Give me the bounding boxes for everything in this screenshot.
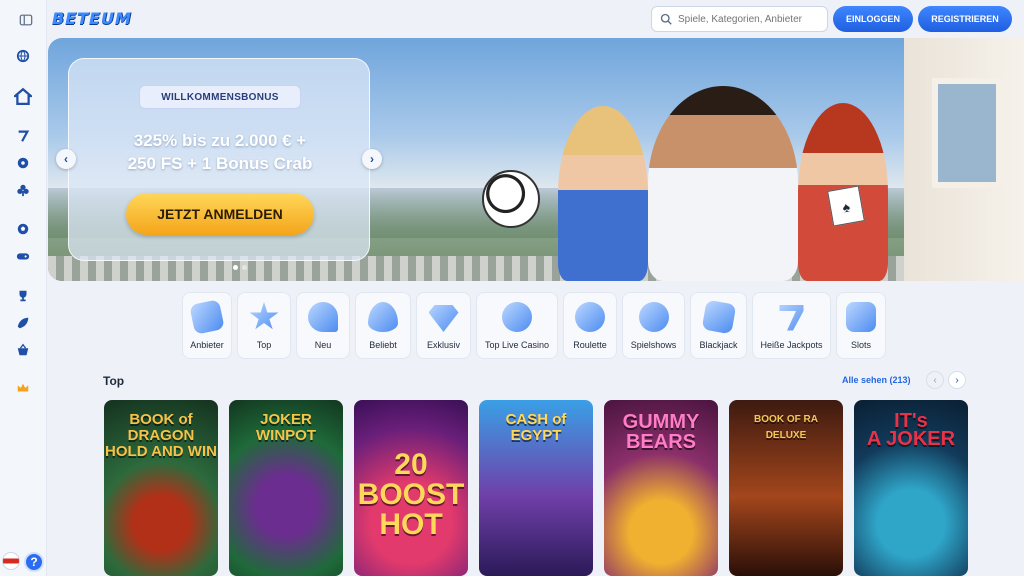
category-label: Slots — [850, 340, 871, 350]
game-tile[interactable]: JOKER WINPOT — [229, 400, 343, 576]
category-label: Top — [256, 340, 272, 350]
welcome-bonus-badge: WILLKOMMENSBONUS — [139, 85, 301, 109]
game-title: IT's A JOKER — [866, 410, 956, 450]
cards-icon — [701, 299, 736, 335]
game-tile[interactable]: GUMMY BEARS — [604, 400, 718, 576]
category-beliebt[interactable]: Beliebt — [355, 292, 411, 359]
bonus-text-line-2: 250 FS + 1 Bonus Crab — [127, 154, 313, 173]
category-spielshows[interactable]: Spielshows — [622, 292, 685, 359]
gamepad-icon[interactable] — [13, 246, 33, 266]
game-tile[interactable]: CASH of EGYPT — [479, 400, 593, 576]
games-next-button[interactable]: › — [948, 371, 966, 389]
search-icon — [660, 13, 672, 25]
category-top[interactable]: Top — [237, 292, 291, 359]
bonus-text-line-1: 325% bis zu 2.000 € + — [133, 131, 307, 150]
register-now-button[interactable]: JETZT ANMELDEN — [126, 193, 314, 235]
register-button[interactable]: REGISTRIEREN — [918, 6, 1012, 32]
hero-woman-blonde — [558, 106, 648, 281]
game-tile[interactable]: BOOK OF RA DELUXE — [729, 400, 843, 576]
category-slots[interactable]: Slots — [836, 292, 886, 359]
medal-icon — [502, 302, 532, 332]
category-label: Neu — [314, 340, 332, 350]
roulette-wheel-icon — [575, 302, 605, 332]
category-neu[interactable]: Neu — [296, 292, 350, 359]
soccer-ball-icon — [482, 170, 540, 228]
hero-banner[interactable]: ♠ WILLKOMMENSBONUS 325% bis zu 2.000 € +… — [48, 38, 1024, 281]
language-flag-icon[interactable] — [2, 552, 20, 570]
category-bar: Anbieter Top Neu Beliebt Exklusiv Top Li… — [182, 292, 886, 359]
game-tile[interactable]: IT's A JOKER — [854, 400, 968, 576]
carousel-dots — [233, 265, 247, 270]
carousel-prev-button[interactable]: ‹ — [56, 149, 76, 169]
game-tile[interactable]: 20 BOOST HOT — [354, 400, 468, 576]
sidebar: ? — [0, 0, 47, 576]
brand-logo[interactable]: BETEUM — [52, 9, 132, 28]
globe-icon[interactable] — [13, 46, 33, 66]
roulette-icon[interactable] — [13, 153, 33, 173]
carousel-dot[interactable] — [242, 265, 247, 270]
carousel-dot-active[interactable] — [233, 265, 238, 270]
games-prev-button[interactable]: ‹ — [926, 371, 944, 389]
diamond-icon — [428, 305, 459, 332]
star-icon — [249, 302, 279, 330]
help-button[interactable]: ? — [24, 552, 44, 572]
category-label: Roulette — [573, 340, 607, 350]
clubs-icon[interactable] — [13, 180, 33, 200]
search-box[interactable] — [651, 6, 828, 32]
section-title: Top — [103, 374, 125, 388]
slot-machine-icon — [846, 302, 876, 332]
carousel-next-button[interactable]: › — [362, 149, 382, 169]
category-label: Anbieter — [190, 340, 224, 350]
category-label: Heiße Jackpots — [760, 340, 823, 350]
book-icon — [189, 299, 225, 335]
category-label: Blackjack — [699, 340, 738, 350]
trophy-icon[interactable] — [13, 286, 33, 306]
category-label: Exklusiv — [426, 340, 460, 350]
see-all-link[interactable]: Alle sehen (213) — [842, 375, 911, 385]
seven-icon[interactable] — [13, 126, 33, 146]
crown-icon[interactable] — [13, 378, 33, 398]
category-label: Spielshows — [630, 340, 677, 350]
game-tile[interactable]: BOOK of DRAGON HOLD AND WIN — [104, 400, 218, 576]
wheel-of-fortune-icon — [638, 302, 669, 332]
game-title: BOOK of DRAGON HOLD AND WIN — [105, 411, 217, 460]
login-button[interactable]: EINLOGGEN — [833, 6, 913, 32]
home-icon[interactable] — [13, 86, 33, 106]
category-anbieter[interactable]: Anbieter — [182, 292, 232, 359]
flame-icon — [368, 302, 398, 332]
welcome-bonus-card: WILLKOMMENSBONUS 325% bis zu 2.000 € + 2… — [68, 58, 370, 270]
game-title: JOKER WINPOT — [256, 411, 316, 444]
category-blackjack[interactable]: Blackjack — [690, 292, 747, 359]
games-row: BOOK of DRAGON HOLD AND WIN JOKER WINPOT… — [104, 400, 968, 576]
rocket-icon[interactable] — [13, 313, 33, 333]
category-heisse-jackpots[interactable]: Heiße Jackpots — [752, 292, 831, 359]
category-roulette[interactable]: Roulette — [563, 292, 617, 359]
game-title: 20 BOOST HOT — [357, 448, 465, 541]
sidebar-bottom: ? — [2, 552, 44, 572]
hero-man — [648, 86, 798, 281]
hero-building — [904, 38, 1024, 281]
game-title: CASH of EGYPT — [505, 411, 567, 444]
game-title: GUMMY BEARS — [622, 411, 700, 453]
new-tag-icon — [308, 302, 338, 332]
sidebar-toggle-icon[interactable] — [16, 10, 36, 30]
game-title: BOOK OF RA DELUXE — [754, 414, 818, 441]
playing-cards-icon: ♠ — [827, 185, 865, 227]
category-label: Top Live Casino — [484, 340, 550, 350]
category-label: Beliebt — [369, 340, 397, 350]
basket-icon[interactable] — [13, 340, 33, 360]
category-top-live-casino[interactable]: Top Live Casino — [476, 292, 558, 359]
category-exklusiv[interactable]: Exklusiv — [416, 292, 471, 359]
football-icon[interactable] — [13, 219, 33, 239]
seven-icon — [779, 305, 804, 331]
search-input[interactable] — [678, 13, 818, 25]
